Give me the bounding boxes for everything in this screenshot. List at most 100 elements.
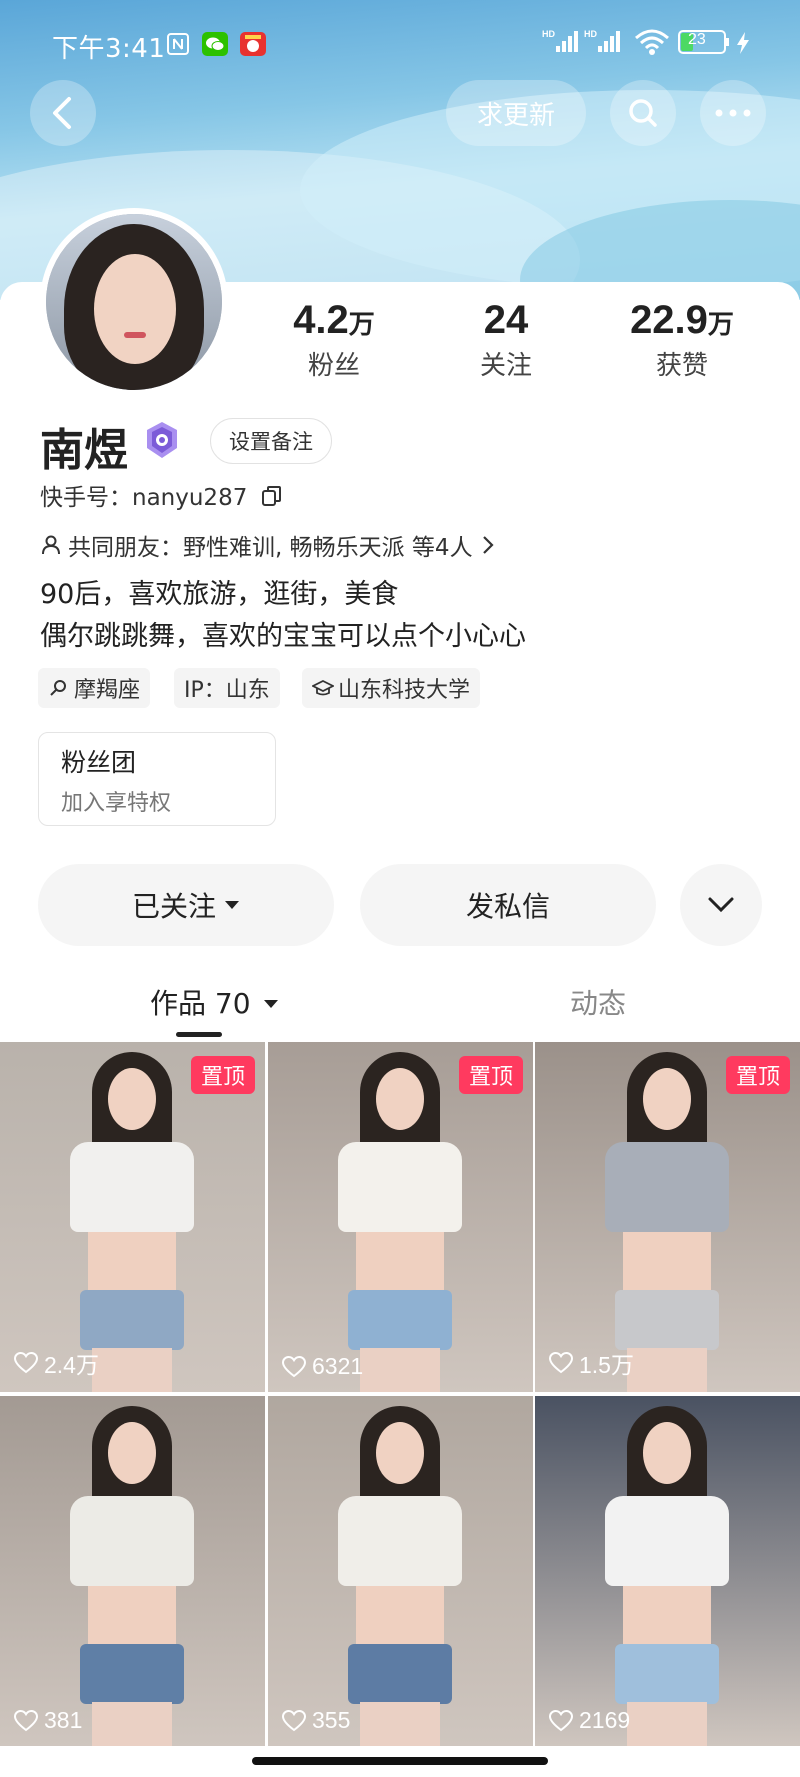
caret-down-icon xyxy=(225,901,239,909)
caret-down-icon xyxy=(264,1000,279,1008)
figure-face xyxy=(643,1422,691,1484)
followers-unit: 万 xyxy=(348,310,375,340)
search-button[interactable] xyxy=(610,80,676,146)
svg-text:HD: HD xyxy=(584,29,597,39)
fan-club-subtitle: 加入享特权 xyxy=(61,791,172,816)
figure-top xyxy=(70,1496,194,1586)
battery-icon: 23 xyxy=(678,30,730,54)
likes-unit: 万 xyxy=(707,310,734,340)
fan-club-title: 粉丝团 xyxy=(61,748,137,777)
video-likes-count: 2169 xyxy=(579,1707,631,1733)
verified-badge-icon[interactable] xyxy=(142,420,182,460)
wechat-icon xyxy=(202,32,228,60)
video-likes-count: 355 xyxy=(312,1707,351,1733)
followers-label: 粉丝 xyxy=(307,351,360,381)
video-thumbnail[interactable]: 381 xyxy=(0,1396,265,1746)
figure-top xyxy=(338,1142,462,1232)
figure-waist xyxy=(623,1232,711,1292)
video-likes: 381 xyxy=(14,1707,82,1734)
following-label: 关注 xyxy=(479,351,532,381)
following-count: 24 xyxy=(483,298,529,342)
send-message-button[interactable]: 发私信 xyxy=(360,864,656,946)
video-thumbnail[interactable]: 置顶 1.5万 xyxy=(535,1042,800,1392)
figure-waist xyxy=(88,1232,176,1292)
figure-legs xyxy=(360,1702,440,1746)
figure-face xyxy=(376,1422,424,1484)
tag-ip: IP：山东 xyxy=(174,668,280,708)
figure-top xyxy=(605,1142,729,1232)
chevron-right-icon xyxy=(482,536,494,554)
status-bar: 下午3:41 HD HD 23 xyxy=(0,22,800,66)
signal-icon-2: HD xyxy=(584,28,624,58)
copy-icon[interactable] xyxy=(261,485,283,507)
figure-top xyxy=(605,1496,729,1586)
stat-following[interactable]: 24 关注 xyxy=(426,298,586,382)
tag-school-text: 山东科技大学 xyxy=(338,678,471,703)
pinned-badge: 置顶 xyxy=(726,1056,790,1094)
figure-face xyxy=(376,1068,424,1130)
app-notification-icon xyxy=(240,32,266,60)
video-likes: 355 xyxy=(282,1707,350,1734)
nfc-icon xyxy=(166,32,190,60)
video-thumbnail[interactable]: 2169 xyxy=(535,1396,800,1746)
figure-top xyxy=(338,1496,462,1586)
followers-count: 4.2 xyxy=(293,298,349,342)
tag-zodiac[interactable]: 摩羯座 xyxy=(38,668,151,708)
expand-button[interactable] xyxy=(680,864,762,946)
graduation-cap-icon xyxy=(312,679,334,696)
mutual-friends-text: 共同朋友：野性难训, 畅畅乐天派 等4人 xyxy=(68,535,473,561)
avatar[interactable] xyxy=(40,208,228,396)
video-thumbnail[interactable]: 置顶 6321 xyxy=(268,1042,533,1392)
request-update-button[interactable]: 求更新 xyxy=(446,80,586,146)
mutual-friends[interactable]: 共同朋友：野性难训, 畅畅乐天派 等4人 xyxy=(40,528,495,562)
tab-moments[interactable]: 动态 xyxy=(570,982,626,1022)
figure-shorts xyxy=(80,1290,184,1350)
figure-legs xyxy=(92,1702,172,1746)
heart-icon xyxy=(549,1709,573,1731)
video-likes-count: 6321 xyxy=(312,1353,364,1379)
heart-icon xyxy=(282,1355,306,1377)
profile-name: 南煜 xyxy=(40,425,128,476)
figure-legs xyxy=(92,1348,172,1392)
stat-likes[interactable]: 22.9万 获赞 xyxy=(602,298,762,382)
figure-face xyxy=(108,1422,156,1484)
pinned-badge: 置顶 xyxy=(191,1056,255,1094)
video-likes: 2169 xyxy=(549,1707,630,1734)
video-thumbnail[interactable]: 355 xyxy=(268,1396,533,1746)
set-remark-button[interactable]: 设置备注 xyxy=(210,418,332,464)
video-likes-count: 381 xyxy=(44,1707,83,1733)
tag-school[interactable]: 山东科技大学 xyxy=(302,668,481,708)
figure-face xyxy=(643,1068,691,1130)
wifi-icon xyxy=(634,28,670,60)
avatar-image xyxy=(46,214,222,390)
battery-level: 23 xyxy=(688,31,706,48)
tab-works[interactable]: 作品 70 xyxy=(150,982,279,1022)
charging-icon xyxy=(736,32,750,58)
figure-face xyxy=(108,1068,156,1130)
figure-waist xyxy=(356,1586,444,1646)
heart-icon xyxy=(549,1352,573,1374)
stat-followers[interactable]: 4.2万 粉丝 xyxy=(254,298,414,382)
video-thumbnail[interactable]: 置顶 2.4万 xyxy=(0,1042,265,1392)
figure-legs xyxy=(627,1348,707,1392)
more-icon xyxy=(715,109,751,117)
figure-waist xyxy=(88,1586,176,1646)
kuaishou-id: 快手号：nanyu287 xyxy=(40,478,283,512)
more-button[interactable] xyxy=(700,80,766,146)
video-likes: 6321 xyxy=(282,1353,363,1380)
kuaishou-id-text: 快手号：nanyu287 xyxy=(40,485,248,511)
chevron-down-icon xyxy=(708,897,734,913)
status-time: 下午3:41 xyxy=(52,34,166,64)
figure-legs xyxy=(627,1702,707,1746)
back-button[interactable] xyxy=(30,80,96,146)
following-button[interactable]: 已关注 xyxy=(38,864,334,946)
video-likes: 1.5万 xyxy=(549,1346,634,1380)
signal-icon-1: HD xyxy=(542,28,578,58)
video-likes: 2.4万 xyxy=(14,1346,99,1380)
likes-label: 获赞 xyxy=(655,351,708,381)
heart-icon xyxy=(14,1352,38,1374)
home-indicator xyxy=(252,1757,548,1765)
fan-club-card[interactable]: 粉丝团 加入享特权 xyxy=(38,732,276,826)
chevron-left-icon xyxy=(53,97,71,129)
heart-icon xyxy=(282,1709,306,1731)
